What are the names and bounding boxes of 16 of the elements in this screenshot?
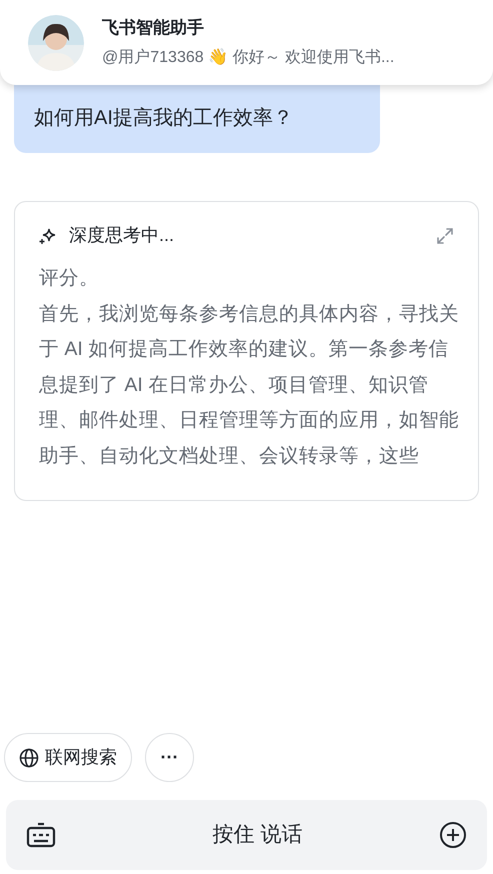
add-icon[interactable] <box>439 821 467 849</box>
keyboard-icon[interactable] <box>26 822 56 848</box>
thinking-title: 深度思考中... <box>69 224 174 247</box>
thinking-text: 评分。 <box>39 266 100 291</box>
voice-input-bar[interactable]: 按住 说话 <box>6 800 487 870</box>
thinking-text: 首先，我浏览每条参考信息的具体内容，寻找关于 AI 如何提高工作效率的建议。第一条参考信息提到了 AI 在日常办公、项目管理、知识管理、邮件处理、日程管理等方面的应用，如智能助手、自动化文档处理、会议转录等，这些 <box>39 302 460 468</box>
user-message: 如何用AI提高我的工作效率？ <box>14 85 380 153</box>
more-button[interactable]: ··· <box>145 733 194 782</box>
expand-icon[interactable] <box>436 226 454 244</box>
globe-icon <box>19 748 39 768</box>
sparkle-icon <box>39 226 57 244</box>
web-search-chip[interactable]: 联网搜索 <box>4 733 132 782</box>
notification-card[interactable]: 飞书智能助手 @用户713368 👋 你好～ 欢迎使用飞书... <box>0 0 493 85</box>
hold-to-talk-label[interactable]: 按住 说话 <box>76 819 439 851</box>
notification-message: @用户713368 👋 你好～ 欢迎使用飞书... <box>102 47 394 68</box>
notification-title: 飞书智能助手 <box>102 16 205 39</box>
